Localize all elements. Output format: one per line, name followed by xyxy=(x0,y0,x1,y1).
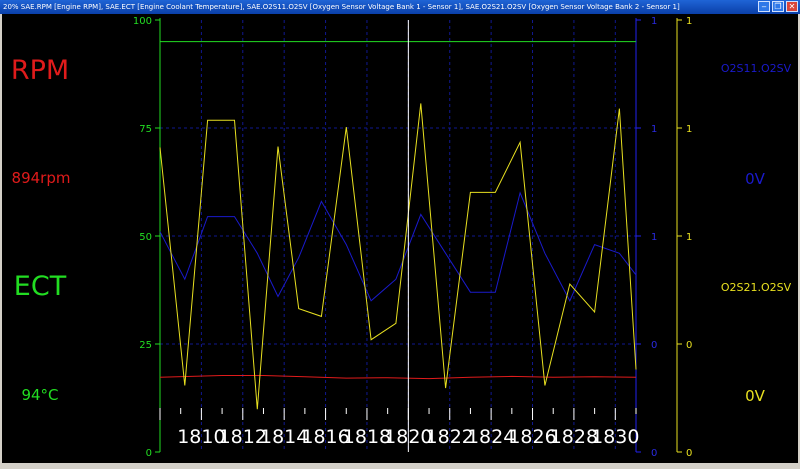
blue-axis-tick-label: 1 xyxy=(651,232,657,243)
yellow-axis-tick-label: 1 xyxy=(686,16,692,27)
x-axis-tick-label: 1830 xyxy=(591,426,639,448)
yellow-axis-tick-label: 0 xyxy=(686,448,692,459)
blue-axis-tick-label: 0 xyxy=(651,448,657,459)
chart-area[interactable]: 1007550250111001110018101812181418161818… xyxy=(0,0,800,463)
window-border-bottom xyxy=(0,463,800,469)
series-line-o2s11 xyxy=(159,191,637,302)
yellow-axis-tick-label: 1 xyxy=(686,232,692,243)
left-axis-tick-label: 25 xyxy=(139,340,152,351)
yellow-axis-tick-label: 0 xyxy=(686,340,692,351)
left-axis-tick-label: 0 xyxy=(146,448,152,459)
series-line-rpm xyxy=(159,375,637,380)
blue-axis-tick-label: 1 xyxy=(651,124,657,135)
blue-axis-tick-label: 1 xyxy=(651,16,657,27)
series-line-o2s21 xyxy=(159,103,637,410)
yellow-axis-tick-label: 1 xyxy=(686,124,692,135)
left-axis-tick-label: 100 xyxy=(133,16,152,27)
left-axis-tick-label: 50 xyxy=(139,232,152,243)
blue-axis-tick-label: 0 xyxy=(651,340,657,351)
left-axis-tick-label: 75 xyxy=(139,124,152,135)
